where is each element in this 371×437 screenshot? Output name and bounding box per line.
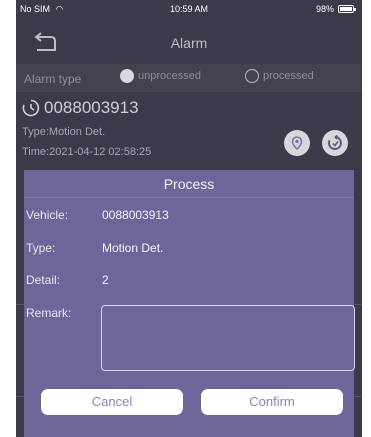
- type-label: Type:: [26, 241, 56, 255]
- radio-label: unprocessed: [138, 70, 201, 82]
- process-icon: [327, 135, 342, 150]
- alarm-type: Type:Motion Det.: [22, 126, 106, 138]
- location-pin-icon: [291, 136, 303, 150]
- alarm-time: Time:2021-04-12 02:58:25: [22, 146, 152, 158]
- type-value: Motion Det.: [102, 241, 164, 255]
- app-screen: No SIM ◠ 10:59 AM 98% Alarm Alarm type u…: [16, 0, 362, 437]
- clock-icon: [22, 99, 40, 117]
- remark-input[interactable]: [101, 305, 355, 371]
- detail-value: 2: [102, 273, 109, 287]
- alarm-id: 0088003913: [44, 98, 139, 117]
- filter-label: Alarm type: [24, 72, 82, 86]
- status-time: 10:59 AM: [169, 4, 209, 14]
- detail-label: Detail:: [26, 273, 61, 287]
- radio-unchecked-icon: [245, 69, 259, 83]
- dialog-title: Process: [163, 176, 215, 192]
- alarm-list-item[interactable]: 0088003913 Type:Motion Det. Time:2021-04…: [16, 92, 362, 172]
- battery-percent: 98%: [315, 4, 334, 14]
- status-bar: No SIM ◠ 10:59 AM 98%: [16, 0, 362, 20]
- nav-bar: Alarm: [16, 22, 362, 64]
- radio-checked-icon: [120, 69, 134, 83]
- radio-processed[interactable]: processed: [245, 69, 314, 83]
- battery-icon: [338, 5, 356, 13]
- vehicle-label: Vehicle:: [26, 208, 69, 222]
- process-button[interactable]: [322, 130, 348, 156]
- process-dialog: Process Vehicle: 0088003913 Type: Motion…: [24, 170, 355, 437]
- remark-label: Remark:: [26, 306, 72, 320]
- radio-unprocessed[interactable]: unprocessed: [120, 69, 201, 83]
- alarm-id-row: 0088003913: [22, 98, 139, 118]
- alarm-type-filter: Alarm type unprocessed processed: [16, 64, 362, 92]
- location-button[interactable]: [284, 130, 310, 156]
- confirm-button[interactable]: Confirm: [201, 389, 343, 415]
- cancel-button[interactable]: Cancel: [41, 389, 183, 415]
- status-right: 98%: [315, 4, 356, 14]
- dialog-divider: [24, 197, 354, 198]
- vehicle-value: 0088003913: [102, 208, 169, 222]
- radio-label: processed: [263, 70, 314, 82]
- page-title: Alarm: [170, 35, 208, 51]
